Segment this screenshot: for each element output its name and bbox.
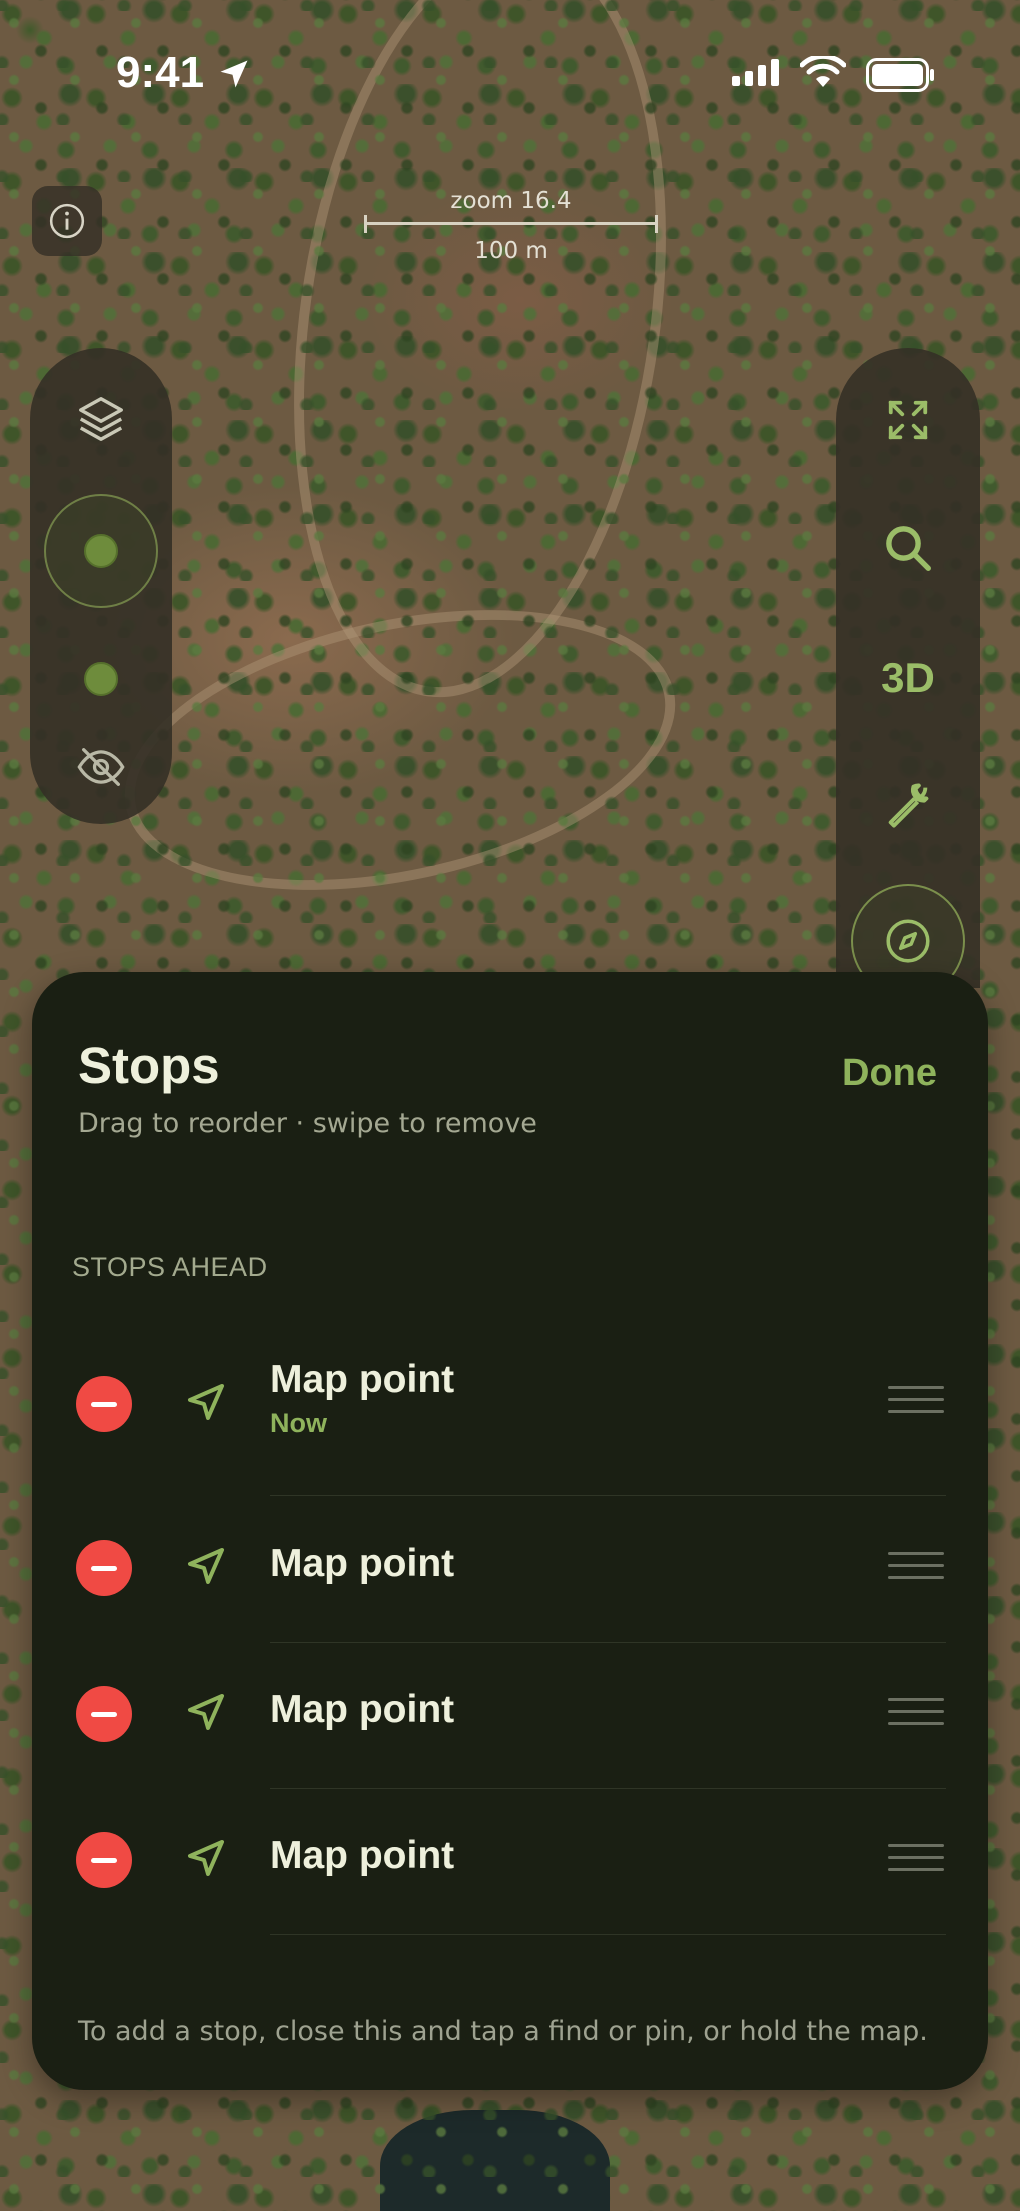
- section-label: STOPS AHEAD: [72, 1252, 268, 1282]
- drag-handle[interactable]: [888, 1386, 944, 1422]
- drag-handle[interactable]: [888, 1552, 944, 1588]
- navigation-arrow-icon: [188, 1694, 224, 1730]
- track-dot-button[interactable]: [30, 654, 172, 704]
- status-time: 9:41: [116, 48, 205, 97]
- cellular-signal-icon: [732, 59, 779, 86]
- stop-name: Map point: [270, 1542, 455, 1585]
- scale-bar: [364, 215, 658, 234]
- stop-name: Map point: [270, 1688, 455, 1731]
- stop-row[interactable]: Map point: [32, 1643, 988, 1789]
- hide-overlay-button[interactable]: [30, 740, 172, 794]
- remove-stop-button[interactable]: [76, 1832, 132, 1888]
- stop-time: Now: [270, 1408, 327, 1438]
- layers-button[interactable]: [30, 386, 172, 452]
- stops-sheet: Stops Drag to reorder · swipe to remove …: [32, 972, 988, 2090]
- wifi-icon: [800, 56, 846, 87]
- remove-stop-button[interactable]: [76, 1686, 132, 1742]
- search-icon: [886, 526, 931, 571]
- layers-icon: [79, 397, 123, 441]
- stop-row[interactable]: Map point: [32, 1496, 988, 1642]
- toggle-3d-label: 3D: [881, 654, 935, 701]
- zoom-label: zoom 16.4: [450, 188, 572, 214]
- stop-row[interactable]: Map point Now: [32, 1342, 988, 1472]
- tools-button[interactable]: [836, 776, 980, 834]
- map-layer-controls: [30, 348, 172, 824]
- toggle-3d-button[interactable]: 3D: [836, 650, 980, 706]
- map-tool-controls: 3D: [836, 348, 980, 998]
- location-ring-icon: [44, 494, 158, 608]
- fullscreen-button[interactable]: [836, 392, 980, 448]
- location-arrow-icon: [220, 60, 248, 88]
- drag-handle[interactable]: [888, 1698, 944, 1734]
- navigation-arrow-icon: [188, 1840, 224, 1876]
- navigation-arrow-icon: [188, 1548, 224, 1584]
- wrench-icon: [888, 783, 929, 828]
- sheet-footer-hint: To add a stop, close this and tap a find…: [78, 2016, 928, 2047]
- row-divider: [270, 1934, 946, 1935]
- info-button[interactable]: [32, 186, 102, 256]
- status-bar: 9:41: [0, 0, 1020, 140]
- map-water: [380, 2110, 610, 2211]
- map-trail: [99, 564, 701, 936]
- stop-name: Map point: [270, 1358, 455, 1401]
- dot-icon: [84, 662, 118, 696]
- remove-stop-button[interactable]: [76, 1540, 132, 1596]
- sheet-title: Stops: [78, 1037, 220, 1094]
- fullscreen-icon: [888, 400, 928, 440]
- drag-handle[interactable]: [888, 1844, 944, 1880]
- sheet-subtitle: Drag to reorder · swipe to remove: [78, 1108, 537, 1139]
- location-focus-button[interactable]: [30, 492, 172, 610]
- hide-icon: [77, 748, 125, 786]
- info-icon: [49, 203, 85, 239]
- remove-stop-button[interactable]: [76, 1376, 132, 1432]
- stop-row[interactable]: Map point: [32, 1789, 988, 1935]
- map-scale: zoom 16.4 100 m: [364, 188, 658, 288]
- battery-icon: [866, 58, 934, 92]
- scale-distance-label: 100 m: [474, 238, 548, 264]
- compass-icon: [886, 919, 930, 963]
- location-dot-icon: [84, 534, 118, 568]
- search-button[interactable]: [836, 518, 980, 578]
- done-button[interactable]: Done: [842, 1052, 937, 1095]
- navigation-arrow-icon: [188, 1384, 224, 1420]
- stop-name: Map point: [270, 1834, 455, 1877]
